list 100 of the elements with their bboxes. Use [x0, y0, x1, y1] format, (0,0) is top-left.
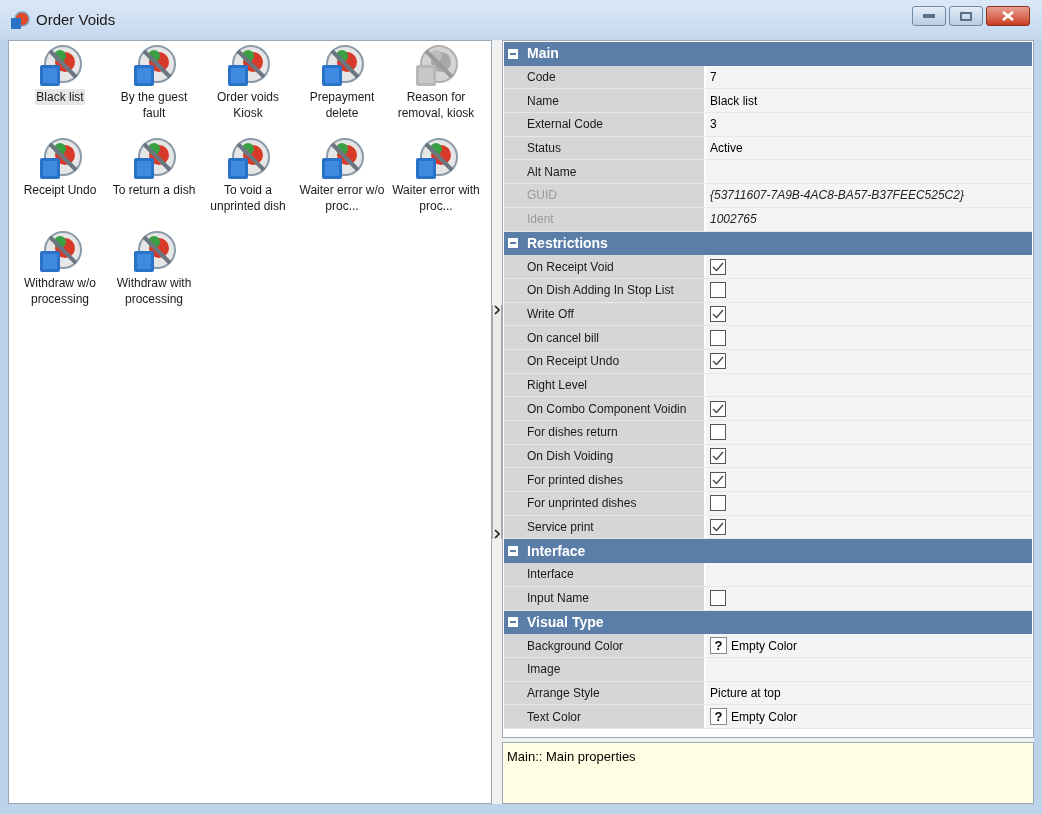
- value-cell[interactable]: [706, 444, 1032, 468]
- item-label[interactable]: To void a unprinted dish: [201, 182, 295, 214]
- property-label: Text Color: [527, 708, 582, 726]
- property-label: Interface: [527, 566, 574, 584]
- checkbox[interactable]: [710, 282, 726, 299]
- value-cell[interactable]: [706, 302, 1032, 326]
- collapse-toggle[interactable]: [508, 546, 518, 557]
- value-cell[interactable]: [706, 255, 1032, 278]
- property-label: On Combo Component Voidin: [527, 400, 687, 418]
- minimize-button[interactable]: [912, 6, 946, 26]
- property-label: External Code: [527, 116, 604, 134]
- value-cell[interactable]: [706, 586, 1032, 610]
- checkbox[interactable]: [710, 258, 726, 275]
- section-title: Main: [527, 44, 559, 64]
- value-cell[interactable]: [706, 278, 1032, 302]
- property-label: For printed dishes: [527, 471, 624, 489]
- color-swatch[interactable]: ?: [710, 637, 727, 655]
- item-label[interactable]: Withdraw w/o processing: [13, 275, 107, 307]
- item-label[interactable]: By the guest fault: [107, 89, 201, 121]
- property-value: Empty Color: [731, 708, 798, 726]
- checkbox[interactable]: [710, 519, 726, 536]
- value-cell[interactable]: Black list: [706, 89, 1032, 113]
- close-icon: [1002, 11, 1014, 21]
- value-cell[interactable]: [706, 421, 1032, 444]
- item-label[interactable]: Waiter error w/o proc...: [295, 182, 389, 214]
- value-cell[interactable]: [706, 515, 1032, 539]
- checkbox[interactable]: [710, 424, 726, 441]
- item-label[interactable]: Withdraw with processing: [107, 275, 201, 307]
- maximize-button[interactable]: [949, 6, 983, 26]
- checkbox[interactable]: [710, 305, 726, 322]
- property-label: GUID: [527, 187, 557, 205]
- maximize-icon: [960, 11, 972, 21]
- checkbox[interactable]: [710, 353, 726, 370]
- check-icon: [712, 403, 724, 414]
- section-header[interactable]: Main: [504, 42, 1032, 66]
- property-label: On Receipt Undo: [527, 353, 620, 371]
- value-cell[interactable]: ? Empty Color: [706, 634, 1032, 657]
- property-value: 3: [710, 116, 717, 134]
- property-label: Code: [527, 69, 556, 87]
- property-label: Arrange Style: [527, 684, 600, 702]
- app-icon: [10, 10, 30, 30]
- item-label[interactable]: Receipt Undo: [22, 182, 98, 198]
- close-button[interactable]: [986, 6, 1030, 26]
- value-cell[interactable]: [706, 657, 1032, 681]
- checkbox[interactable]: [710, 471, 726, 488]
- checkbox[interactable]: [710, 590, 726, 607]
- property-label: Right Level: [527, 376, 588, 394]
- value-cell[interactable]: Active: [706, 136, 1032, 160]
- property-label: On cancel bill: [527, 329, 600, 347]
- section-title: Interface: [527, 541, 586, 561]
- value-cell[interactable]: Picture at top: [706, 681, 1032, 705]
- description-text: Main:: Main properties: [507, 749, 636, 764]
- section-header[interactable]: Interface: [504, 539, 1032, 564]
- property-label: Status: [527, 140, 562, 158]
- value-cell[interactable]: [706, 160, 1032, 184]
- value-cell[interactable]: [706, 397, 1032, 420]
- color-swatch[interactable]: ?: [710, 708, 727, 726]
- item-label[interactable]: Black list: [35, 89, 85, 105]
- checkbox[interactable]: [710, 448, 726, 465]
- property-label: Image: [527, 661, 561, 679]
- property-label: On Dish Voiding: [527, 448, 614, 466]
- property-label: Write Off: [527, 305, 574, 323]
- property-value: Empty Color: [731, 637, 798, 655]
- item-label[interactable]: Prepayment delete: [295, 89, 389, 121]
- property-value: Black list: [710, 92, 758, 110]
- value-cell[interactable]: [706, 563, 1032, 586]
- section-header[interactable]: Restrictions: [504, 231, 1032, 256]
- collapse-toggle[interactable]: [508, 617, 518, 628]
- checkbox[interactable]: [710, 400, 726, 417]
- check-icon: [712, 356, 724, 367]
- section-title: Restrictions: [527, 233, 608, 253]
- collapse-toggle[interactable]: [508, 48, 518, 59]
- check-icon: [712, 451, 724, 462]
- checkbox[interactable]: [710, 495, 726, 512]
- property-label: Ident: [527, 211, 554, 229]
- item-label[interactable]: To return a dish: [111, 182, 197, 198]
- value-cell[interactable]: 7: [706, 65, 1032, 89]
- property-label: For unprinted dishes: [527, 495, 637, 513]
- property-label: For dishes return: [527, 424, 618, 442]
- property-value: Active: [710, 140, 743, 158]
- collapse-toggle[interactable]: [508, 238, 518, 249]
- value-cell[interactable]: [706, 492, 1032, 515]
- value-cell[interactable]: [706, 373, 1032, 397]
- item-label[interactable]: Waiter error with proc...: [389, 182, 483, 214]
- property-value: 1002765: [710, 211, 757, 229]
- value-cell[interactable]: 3: [706, 113, 1032, 136]
- value-cell[interactable]: [706, 326, 1032, 349]
- check-icon: [712, 308, 724, 319]
- check-icon: [712, 474, 724, 485]
- section-header[interactable]: Visual Type: [504, 610, 1032, 635]
- value-cell[interactable]: [706, 349, 1032, 373]
- checkbox[interactable]: [710, 329, 726, 346]
- value-cell[interactable]: [706, 468, 1032, 492]
- property-label: Input Name: [527, 590, 590, 608]
- check-icon: [712, 261, 724, 272]
- value-cell[interactable]: ? Empty Color: [706, 705, 1032, 728]
- check-icon: [712, 522, 724, 533]
- section-title: Visual Type: [527, 612, 604, 632]
- item-label[interactable]: Order voids Kiosk: [201, 89, 295, 121]
- property-value: {53711607-7A9B-4AC8-BA57-B37FEEC525C2}: [710, 187, 964, 205]
